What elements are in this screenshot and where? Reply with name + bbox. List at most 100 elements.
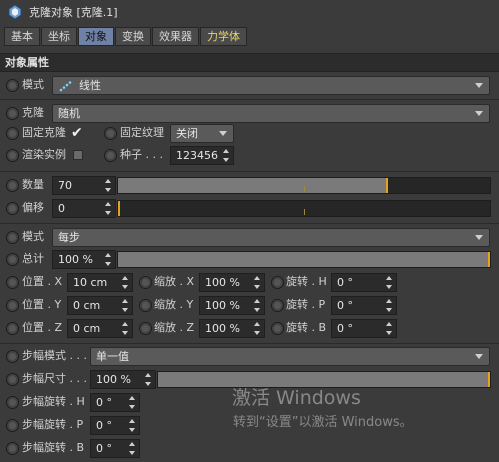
step-rotation-h-value: 0 ° <box>96 396 112 409</box>
fixed-clone-checkbox[interactable]: ✔ <box>71 123 83 143</box>
keyframe-radio[interactable] <box>6 396 19 409</box>
fixed-texture-dropdown[interactable]: 关闭 <box>170 124 234 143</box>
step-size-label: 步幅尺寸 . . . <box>22 372 87 385</box>
chevron-down-icon <box>219 131 227 136</box>
total-slider[interactable] <box>117 251 491 268</box>
stepper-icon[interactable] <box>122 276 129 289</box>
stepper-icon[interactable] <box>145 373 152 386</box>
keyframe-radio[interactable] <box>6 202 19 215</box>
keyframe-radio[interactable] <box>271 276 284 289</box>
scale-x-value: 100 % <box>205 276 240 289</box>
stepper-icon[interactable] <box>223 149 230 162</box>
offset-slider[interactable] <box>117 200 491 217</box>
step-rotation-p-input[interactable]: 0 ° <box>90 416 140 435</box>
keyframe-radio[interactable] <box>104 149 117 162</box>
keyframe-radio[interactable] <box>6 231 19 244</box>
total-input[interactable]: 100 % <box>52 250 116 269</box>
keyframe-radio[interactable] <box>271 322 284 335</box>
keyframe-radio[interactable] <box>6 127 19 140</box>
chevron-down-icon <box>475 235 483 240</box>
step-mode-dropdown[interactable]: 单一值 <box>90 347 490 366</box>
scale-z-input[interactable]: 100 % <box>199 319 265 338</box>
tab-transform[interactable]: 变换 <box>115 27 151 46</box>
step-size-input[interactable]: 100 % <box>90 370 156 389</box>
keyframe-radio[interactable] <box>6 419 19 432</box>
step-size-value: 100 % <box>96 373 131 386</box>
render-instance-checkbox[interactable] <box>73 150 83 160</box>
scale-x-input[interactable]: 100 % <box>199 273 265 292</box>
scale-y-label: 缩放 . Y <box>154 298 194 311</box>
keyframe-radio[interactable] <box>271 299 284 312</box>
tab-effectors[interactable]: 效果器 <box>152 27 199 46</box>
stepper-icon[interactable] <box>254 299 261 312</box>
tab-coord[interactable]: 坐标 <box>41 27 77 46</box>
keyframe-radio[interactable] <box>6 79 19 92</box>
stepper-icon[interactable] <box>105 253 112 266</box>
stepper-icon[interactable] <box>386 276 393 289</box>
mode2-row: 模式 每步 <box>0 227 499 249</box>
mode2-dropdown[interactable]: 每步 <box>52 228 490 247</box>
keyframe-radio[interactable] <box>6 253 19 266</box>
keyframe-radio[interactable] <box>6 442 19 455</box>
transform-row-y: 位置 . Y 0 cm 缩放 . Y 100 % 旋转 . P 0 ° <box>0 295 499 317</box>
position-y-input[interactable]: 0 cm <box>67 296 133 315</box>
position-z-input[interactable]: 0 cm <box>67 319 133 338</box>
tab-object[interactable]: 对象 <box>78 27 114 46</box>
step-rotation-h-label: 步幅旋转 . H <box>22 395 85 408</box>
rotation-b-input[interactable]: 0 ° <box>331 319 397 338</box>
position-y-value: 0 cm <box>73 299 101 312</box>
keyframe-radio[interactable] <box>6 373 19 386</box>
count-row: 数量 70 <box>0 175 499 197</box>
step-rotation-b-label: 步幅旋转 . B <box>22 441 85 454</box>
keyframe-radio[interactable] <box>6 322 19 335</box>
tab-dynamics[interactable]: 力学体 <box>200 27 247 46</box>
stepper-icon[interactable] <box>254 322 261 335</box>
clone-dropdown[interactable]: 随机 <box>52 104 490 123</box>
step-rotation-b-input[interactable]: 0 ° <box>90 439 140 458</box>
scale-z-label: 缩放 . Z <box>154 321 195 334</box>
keyframe-radio[interactable] <box>139 276 152 289</box>
stepper-icon[interactable] <box>386 322 393 335</box>
keyframe-radio[interactable] <box>139 322 152 335</box>
position-z-label: 位置 . Z <box>22 321 63 334</box>
step-rotation-p-value: 0 ° <box>96 419 112 432</box>
stepper-icon[interactable] <box>129 396 136 409</box>
divider <box>0 171 499 172</box>
position-x-input[interactable]: 10 cm <box>67 273 133 292</box>
mode2-value: 每步 <box>58 231 80 244</box>
scale-y-input[interactable]: 100 % <box>199 296 265 315</box>
offset-input[interactable]: 0 <box>52 199 116 218</box>
keyframe-radio[interactable] <box>6 350 19 363</box>
slider-handle[interactable] <box>488 372 490 387</box>
seed-input[interactable]: 123456 <box>170 146 234 165</box>
slider-handle[interactable] <box>385 178 388 193</box>
keyframe-radio[interactable] <box>6 299 19 312</box>
tab-basic[interactable]: 基本 <box>4 27 40 46</box>
keyframe-radio[interactable] <box>6 276 19 289</box>
stepper-icon[interactable] <box>122 299 129 312</box>
stepper-icon[interactable] <box>122 322 129 335</box>
keyframe-radio[interactable] <box>104 127 117 140</box>
keyframe-radio[interactable] <box>6 107 19 120</box>
keyframe-radio[interactable] <box>6 149 19 162</box>
count-slider[interactable] <box>117 177 491 194</box>
stepper-icon[interactable] <box>105 202 112 215</box>
slider-handle[interactable] <box>488 252 490 267</box>
slider-handle[interactable] <box>118 201 120 216</box>
rotation-h-input[interactable]: 0 ° <box>331 273 397 292</box>
stepper-icon[interactable] <box>386 299 393 312</box>
keyframe-radio[interactable] <box>6 179 19 192</box>
offset-row: 偏移 0 <box>0 198 499 220</box>
keyframe-radio[interactable] <box>139 299 152 312</box>
stepper-icon[interactable] <box>254 276 261 289</box>
fixed-row: 固定克隆 ✔ 固定纹理 关闭 <box>0 123 499 145</box>
stepper-icon[interactable] <box>129 442 136 455</box>
step-mode-row: 步幅模式 . . . 单一值 <box>0 346 499 368</box>
mode-dropdown[interactable]: 线性 <box>52 76 490 95</box>
count-input[interactable]: 70 <box>52 176 116 195</box>
step-rotation-h-input[interactable]: 0 ° <box>90 393 140 412</box>
window-title: 克隆对象 [克隆.1] <box>29 6 118 19</box>
rotation-p-input[interactable]: 0 ° <box>331 296 397 315</box>
stepper-icon[interactable] <box>129 419 136 432</box>
stepper-icon[interactable] <box>105 179 112 192</box>
